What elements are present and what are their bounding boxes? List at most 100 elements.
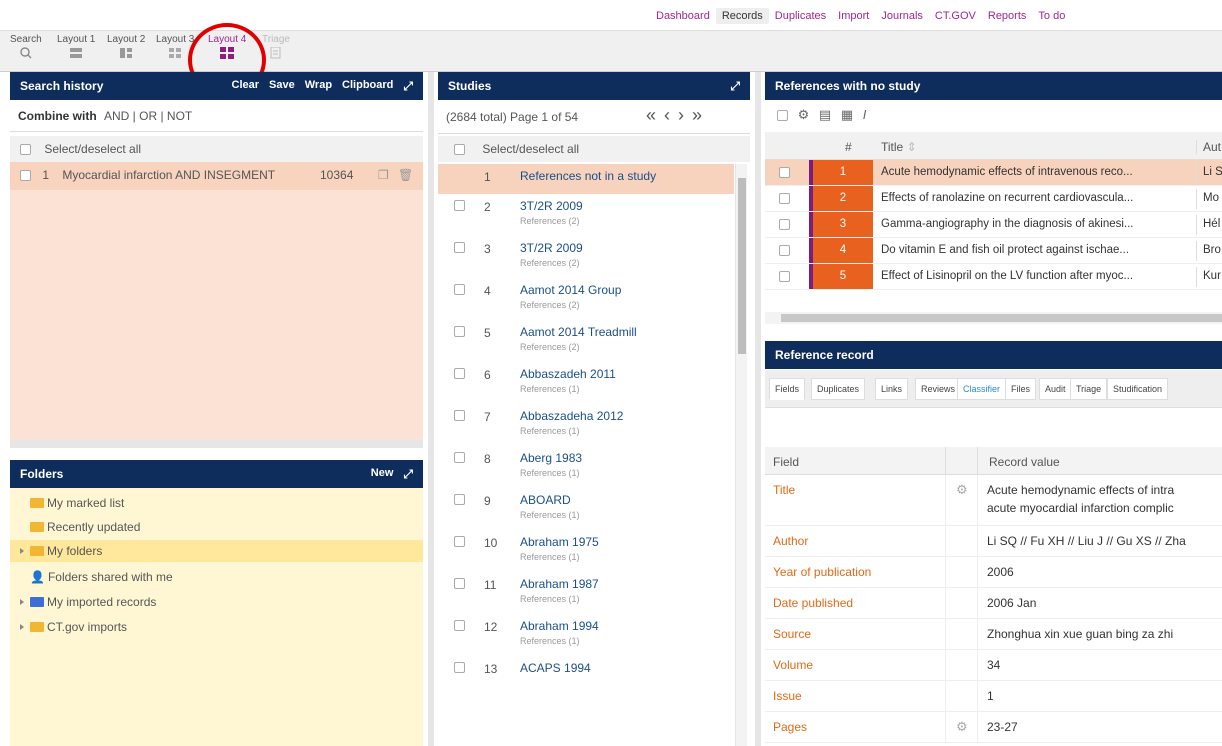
study-item[interactable]: 8 Aberg 1983 References (1)	[438, 446, 734, 488]
study-checkbox[interactable]	[454, 284, 465, 295]
ref-row[interactable]: 2 Effects of ranolazine on recurrent card…	[765, 186, 1222, 212]
study-checkbox[interactable]	[454, 662, 465, 673]
ref-checkbox[interactable]	[779, 219, 790, 230]
next-page-icon[interactable]: ›	[678, 105, 692, 125]
ref-row[interactable]: 4 Do vitamin E and fish oil protect again…	[765, 238, 1222, 264]
ref-row[interactable]: 5 Effect of Lisinopril on the LV function…	[765, 264, 1222, 290]
tab-fields[interactable]: Fields	[769, 378, 806, 400]
select-all-checkbox[interactable]	[454, 144, 465, 156]
tab-links[interactable]: Links	[875, 378, 909, 400]
study-checkbox[interactable]	[454, 200, 465, 211]
panel-divider[interactable]	[10, 440, 423, 448]
tool-search[interactable]: Search	[10, 34, 42, 59]
ref-checkbox[interactable]	[779, 167, 790, 178]
gear-icon[interactable]: ⚙	[956, 719, 968, 735]
first-page-icon[interactable]: «	[646, 105, 664, 125]
nav-link-ct-gov[interactable]: CT.GOV	[929, 8, 982, 24]
study-title[interactable]: Aberg 1983	[520, 451, 582, 465]
expand-icon[interactable]: ⤢	[403, 79, 413, 94]
study-title[interactable]: ACAPS 1994	[520, 661, 591, 675]
tool-layout-3[interactable]: Layout 3	[156, 34, 194, 59]
gear-icon[interactable]: ⚙	[956, 482, 968, 498]
folder-ctgov-imports[interactable]: CT.gov imports	[10, 616, 423, 638]
study-title[interactable]: Aamot 2014 Group	[520, 283, 621, 297]
study-item[interactable]: 5 Aamot 2014 Treadmill References (2)	[438, 320, 734, 362]
ref-checkbox[interactable]	[779, 271, 790, 282]
folder-shared[interactable]: 👤 Folders shared with me	[10, 566, 423, 588]
expand-icon[interactable]: ⤢	[403, 467, 413, 482]
study-title[interactable]: Aamot 2014 Treadmill	[520, 325, 637, 339]
study-checkbox[interactable]	[454, 410, 465, 421]
clear-button[interactable]: Clear	[232, 79, 260, 94]
nav-link-dashboard[interactable]: Dashboard	[650, 8, 716, 24]
studies-scrollbar[interactable]	[735, 164, 747, 746]
nav-link-journals[interactable]: Journals	[875, 8, 929, 24]
study-item[interactable]: 9 ABOARD References (1)	[438, 488, 734, 530]
select-all-checkbox[interactable]	[777, 110, 788, 122]
tab-files[interactable]: Files	[1005, 378, 1037, 400]
study-checkbox[interactable]	[454, 620, 465, 631]
wrap-button[interactable]: Wrap	[305, 79, 332, 94]
tab-audit[interactable]: Audit	[1039, 378, 1072, 400]
trash-icon[interactable]: 🗑	[398, 168, 413, 182]
row-checkbox[interactable]	[20, 170, 31, 182]
study-item[interactable]: 12 Abraham 1994 References (1)	[438, 614, 734, 656]
nav-link-import[interactable]: Import	[832, 8, 875, 24]
col-num[interactable]: #	[845, 140, 852, 154]
scrollbar-thumb[interactable]	[738, 178, 746, 354]
nav-link-duplicates[interactable]: Duplicates	[769, 8, 832, 24]
tab-studification[interactable]: Studification	[1107, 378, 1169, 400]
col-author[interactable]: Aut	[1196, 140, 1221, 154]
tool-triage[interactable]: Triage	[262, 34, 290, 59]
study-item[interactable]: 2 3T/2R 2009 References (2)	[438, 194, 734, 236]
study-item[interactable]: 10 Abraham 1975 References (1)	[438, 530, 734, 572]
tool-layout-2[interactable]: Layout 2	[107, 34, 145, 59]
expand-arrow-icon[interactable]	[20, 599, 24, 605]
nav-link-to-do[interactable]: To do	[1032, 8, 1071, 24]
expand-icon[interactable]: ⤢	[730, 79, 740, 94]
ref-row[interactable]: 3 Gamma-angiography in the diagnosis of a…	[765, 212, 1222, 238]
expand-arrow-icon[interactable]	[20, 624, 24, 630]
study-checkbox[interactable]	[454, 578, 465, 589]
nav-link-reports[interactable]: Reports	[982, 8, 1033, 24]
study-checkbox[interactable]	[454, 536, 465, 547]
study-item[interactable]: 11 Abraham 1987 References (1)	[438, 572, 734, 614]
study-item[interactable]: 13 ACAPS 1994	[438, 656, 734, 698]
study-item[interactable]: 3 3T/2R 2009 References (2)	[438, 236, 734, 278]
clipboard-button[interactable]: Clipboard	[342, 79, 393, 94]
sort-icon[interactable]: ⇕	[907, 140, 917, 154]
study-title[interactable]: 3T/2R 2009	[520, 241, 583, 255]
refs-h-scrollbar[interactable]	[765, 312, 1222, 324]
column-divider[interactable]	[428, 72, 434, 746]
folder-my-folders[interactable]: My folders	[10, 540, 423, 562]
copy-icon[interactable]: ❐	[378, 168, 389, 182]
folder-recently-updated[interactable]: Recently updated	[10, 516, 423, 538]
folder-my-marked-list[interactable]: My marked list	[10, 492, 423, 514]
tool-layout-4[interactable]: Layout 4	[208, 34, 246, 59]
study-checkbox[interactable]	[454, 368, 465, 379]
combine-ops[interactable]: AND | OR | NOT	[104, 109, 192, 123]
study-title[interactable]: 3T/2R 2009	[520, 199, 583, 213]
tab-reviews[interactable]: Reviews	[915, 378, 962, 400]
study-title[interactable]: Abraham 1994	[520, 619, 599, 633]
scrollbar-thumb[interactable]	[781, 314, 1222, 322]
study-checkbox[interactable]	[454, 326, 465, 337]
save-button[interactable]: Save	[269, 79, 295, 94]
study-item[interactable]: 7 Abbaszadeha 2012 References (1)	[438, 404, 734, 446]
folder-imported-records[interactable]: My imported records	[10, 591, 423, 613]
tab-triage[interactable]: Triage	[1070, 378, 1108, 400]
nav-link-records[interactable]: Records	[715, 8, 769, 24]
study-item[interactable]: 6 Abbaszadeh 2011 References (1)	[438, 362, 734, 404]
ref-row[interactable]: 1 Acute hemodynamic effects of intravenou…	[765, 160, 1222, 186]
study-checkbox[interactable]	[454, 494, 465, 505]
columns-icon[interactable]: ▤	[819, 107, 831, 122]
search-history-row[interactable]: 1 Myocardial infarction AND INSEGMENT 10…	[10, 162, 423, 190]
study-item[interactable]: 4 Aamot 2014 Group References (2)	[438, 278, 734, 320]
expand-arrow-icon[interactable]	[20, 548, 24, 554]
prev-page-icon[interactable]: ‹	[664, 105, 678, 125]
tab-classifier[interactable]: Classifier	[957, 378, 1007, 400]
study-title[interactable]: ABOARD	[520, 493, 571, 507]
document-icon[interactable]: ▦	[841, 107, 853, 122]
study-title[interactable]: Abraham 1987	[520, 577, 599, 591]
ref-checkbox[interactable]	[779, 193, 790, 204]
